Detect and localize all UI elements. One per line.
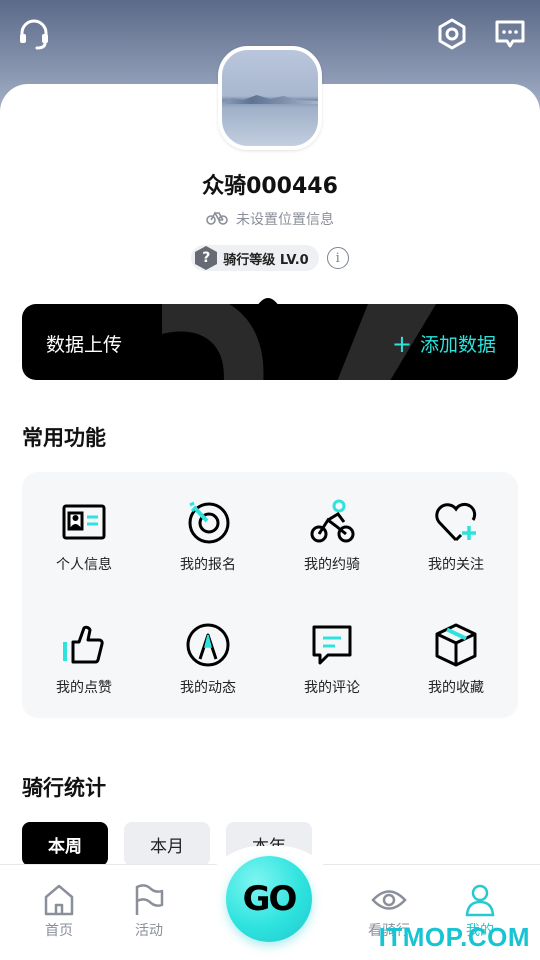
grid-item-my-group-ride[interactable]: 我的约骑 xyxy=(270,472,394,595)
settings-icon[interactable] xyxy=(434,16,470,52)
grid-label: 我的报名 xyxy=(180,556,236,573)
grid-label: 我的点赞 xyxy=(56,679,112,696)
tab-week[interactable]: 本周 xyxy=(22,822,108,866)
heart-plus-icon xyxy=(435,502,477,541)
message-icon[interactable] xyxy=(492,16,528,52)
cyclist-icon xyxy=(310,499,355,542)
comment-icon xyxy=(312,625,352,664)
grid-item-my-moments[interactable]: 我的动态 xyxy=(146,595,270,718)
grid-item-personal-info[interactable]: 个人信息 xyxy=(22,472,146,595)
id-card-icon xyxy=(62,504,106,539)
avatar-landscape xyxy=(222,95,318,104)
eye-icon xyxy=(371,890,407,910)
grid-label: 我的关注 xyxy=(428,556,484,573)
bicycle-icon xyxy=(206,209,228,229)
data-upload-card[interactable]: 数据上传 + 添加数据 xyxy=(22,304,518,380)
level-hex-icon: ? xyxy=(193,245,219,271)
go-button[interactable]: GO xyxy=(226,856,312,942)
headset-icon[interactable] xyxy=(16,16,52,52)
compass-icon xyxy=(186,623,230,666)
ride-stats-title: 骑行统计 xyxy=(22,776,106,800)
box-icon xyxy=(435,623,477,666)
location-row[interactable]: 未设置位置信息 xyxy=(0,209,540,229)
common-functions-title: 常用功能 xyxy=(22,426,106,450)
level-row: ? 骑行等级 LV.0 i xyxy=(0,245,540,271)
username: 众骑000446 xyxy=(202,174,338,199)
nav-home-label: 首页 xyxy=(45,923,73,939)
avatar[interactable] xyxy=(218,46,322,150)
thumbs-up-icon xyxy=(63,625,104,663)
upload-title: 数据上传 xyxy=(46,334,123,356)
add-data-button[interactable]: + 添加数据 xyxy=(392,330,496,357)
grid-item-my-follow[interactable]: 我的关注 xyxy=(394,472,518,595)
level-badge[interactable]: ? 骑行等级 LV.0 xyxy=(191,245,319,271)
nav-activity-label: 活动 xyxy=(135,923,163,939)
grid-item-my-signup[interactable]: 我的报名 xyxy=(146,472,270,595)
grid-label: 我的收藏 xyxy=(428,679,484,696)
level-label: 骑行等级 LV.0 xyxy=(223,252,309,268)
watermark: ITMOP.COM xyxy=(378,922,530,952)
common-functions-grid: 个人信息 我的报名 我的约骑 我的关注 我的点赞 我的动态 我的评论 我的收藏 xyxy=(22,472,518,718)
person-icon xyxy=(465,884,495,917)
plus-icon: + xyxy=(391,329,412,358)
grid-item-my-comments[interactable]: 我的评论 xyxy=(270,595,394,718)
grid-label: 我的动态 xyxy=(180,679,236,696)
grid-label: 我的约骑 xyxy=(304,556,360,573)
nav-home[interactable]: 首页 xyxy=(19,883,99,940)
info-icon[interactable]: i xyxy=(326,247,349,269)
grid-item-my-collection[interactable]: 我的收藏 xyxy=(394,595,518,718)
flag-icon xyxy=(135,884,164,915)
target-icon xyxy=(188,501,230,543)
grid-label: 我的评论 xyxy=(304,679,360,696)
grid-item-my-likes[interactable]: 我的点赞 xyxy=(22,595,146,718)
add-data-label: 添加数据 xyxy=(419,334,496,356)
home-icon xyxy=(44,884,74,916)
tab-month[interactable]: 本月 xyxy=(124,822,210,866)
location-text: 未设置位置信息 xyxy=(236,212,334,228)
nav-activity[interactable]: 活动 xyxy=(109,883,189,940)
grid-label: 个人信息 xyxy=(56,556,112,573)
